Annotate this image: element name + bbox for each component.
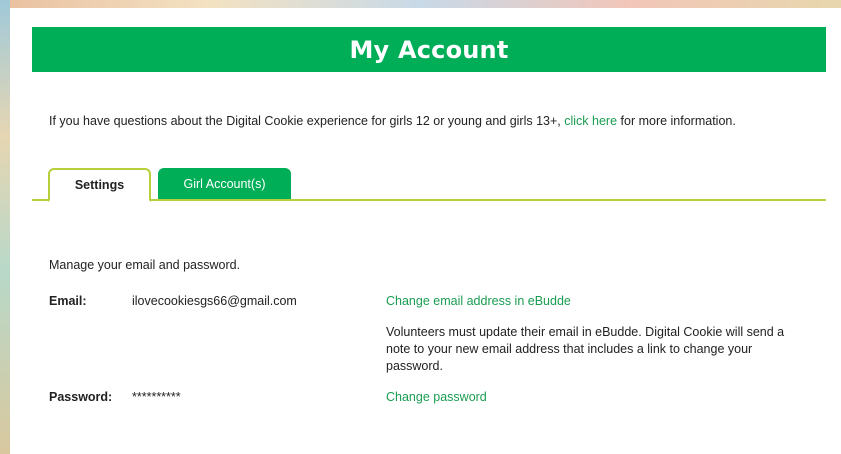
intro-text: If you have questions about the Digital … [49,114,736,128]
email-value: ilovecookiesgs66@gmail.com [132,294,297,308]
password-value: ********** [132,390,181,404]
email-label: Email: [49,294,87,308]
tab-settings[interactable]: Settings [48,168,151,202]
page-title: My Account [349,35,509,64]
tab-girl-accounts[interactable]: Girl Account(s) [158,168,291,200]
password-label: Password: [49,390,113,404]
click-here-link[interactable]: click here [564,114,617,128]
settings-description: Manage your email and password. [49,258,241,272]
change-email-link[interactable]: Change email address in eBudde [386,294,571,308]
decorative-left-strip [0,0,10,454]
account-panel: My Account If you have questions about t… [10,8,841,454]
decorative-top-strip [0,0,841,8]
email-note: Volunteers must update their email in eB… [386,325,785,373]
tabs-divider [32,199,826,201]
intro-text-before: If you have questions about the Digital … [49,114,565,128]
intro-text-after: for more information. [617,114,736,128]
page-header: My Account [32,27,826,72]
change-password-link[interactable]: Change password [386,390,487,404]
